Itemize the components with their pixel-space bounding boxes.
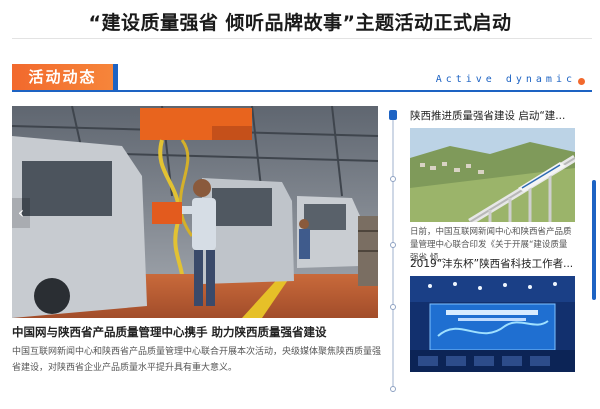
decor-dot (578, 78, 585, 85)
news-thumbnail[interactable] (410, 276, 575, 372)
featured-headline[interactable]: 中国网与陕西省产品质量管理中心携手 助力陕西质量强省建设 (12, 324, 382, 340)
page-scrollbar[interactable] (592, 180, 596, 300)
scroll-node[interactable] (390, 242, 396, 248)
section-divider (12, 90, 592, 92)
scroll-thumb[interactable] (389, 110, 397, 120)
scroll-track[interactable] (392, 110, 394, 392)
title-divider (12, 38, 592, 39)
factory-photo (12, 106, 378, 318)
railway-photo (410, 128, 575, 222)
scroll-node[interactable] (390, 176, 396, 182)
section-subtitle: Active dynamic (435, 74, 576, 85)
featured-description: 中国互联网新闻中心和陕西省产品质量管理中心联合开展本次活动，央级媒体聚焦陕西质量… (12, 347, 382, 373)
featured-image[interactable]: ‹ (12, 106, 378, 318)
section-tab-label: 活动动态 (28, 68, 97, 86)
scroll-node[interactable] (390, 304, 396, 310)
page-title: “建设质量强省 倾听品牌故事”主题活动正式启动 (88, 12, 512, 34)
news-title[interactable]: 2019“沣东杯”陕西省科技工作者... (410, 256, 575, 271)
news-item[interactable]: 陕西推进质量强省建设 启动“建... 日前，中国互联网新闻中心和陕西省产品质量管… (410, 108, 575, 265)
news-thumbnail[interactable] (410, 128, 575, 222)
section-tab[interactable]: 活动动态 (12, 64, 118, 90)
conference-photo (410, 276, 575, 372)
scroll-node[interactable] (390, 386, 396, 392)
news-title[interactable]: 陕西推进质量强省建设 启动“建... (410, 108, 575, 123)
prev-slide-arrow-icon[interactable]: ‹ (12, 198, 30, 228)
news-item[interactable]: 2019“沣东杯”陕西省科技工作者... (410, 256, 575, 372)
